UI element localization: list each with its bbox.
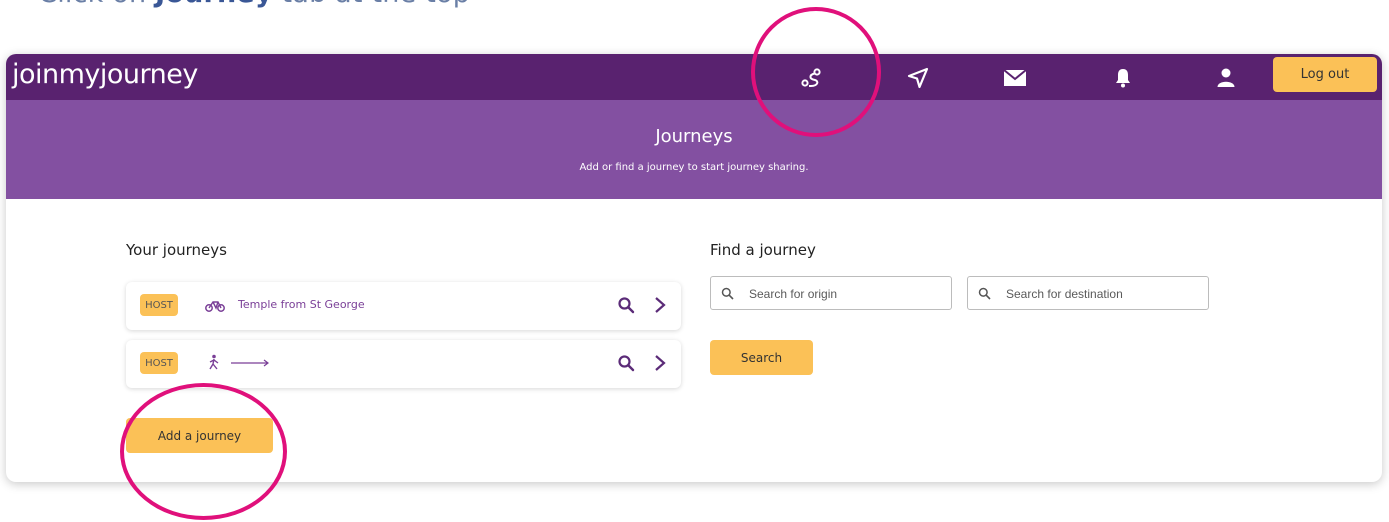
find-journey-heading: Find a journey [710, 241, 816, 259]
host-badge: HOST [140, 352, 178, 374]
destination-input[interactable] [1004, 277, 1204, 311]
caption-bold: Journey [155, 0, 273, 9]
journey-card[interactable]: HOST [126, 340, 681, 388]
instruction-caption: • Click on Journey tab at the top [14, 0, 470, 9]
user-icon[interactable] [1214, 66, 1238, 90]
search-icon[interactable] [617, 296, 635, 314]
walk-icon [209, 354, 219, 370]
search-icon[interactable] [617, 354, 635, 372]
journey-title[interactable]: Temple from St George [238, 298, 365, 311]
bell-icon[interactable] [1111, 66, 1135, 90]
search-button[interactable]: Search [710, 340, 813, 375]
add-journey-button[interactable]: Add a journey [126, 418, 273, 453]
search-icon [721, 287, 734, 300]
logout-button[interactable]: Log out [1273, 57, 1377, 92]
arrow-icon [231, 359, 269, 367]
mail-icon[interactable] [1002, 66, 1028, 90]
destination-field[interactable] [967, 276, 1209, 311]
app-window: joinmyjourney Log out Journeys Add or fi… [6, 54, 1382, 482]
page-title: Journeys [655, 126, 733, 147]
origin-input[interactable] [747, 277, 947, 311]
search-icon [978, 287, 991, 300]
chevron-right-icon[interactable] [653, 296, 667, 314]
page-subtitle: Add or find a journey to start journey s… [579, 162, 809, 173]
origin-field[interactable] [710, 276, 952, 311]
bike-icon [205, 301, 225, 312]
hero-banner: Journeys Add or find a journey to start … [6, 100, 1382, 199]
send-icon[interactable] [906, 66, 930, 90]
app-logo[interactable]: joinmyjourney [12, 59, 198, 90]
chevron-right-icon[interactable] [653, 354, 667, 372]
bullet: • [14, 0, 30, 9]
journey-card[interactable]: HOST Temple from St George [126, 282, 681, 330]
navbar: joinmyjourney Log out [6, 54, 1382, 100]
journey-icon[interactable] [799, 66, 823, 90]
caption-suffix: tab at the top [273, 0, 470, 9]
caption-prefix: Click on [38, 0, 155, 9]
your-journeys-heading: Your journeys [126, 241, 227, 259]
host-badge: HOST [140, 294, 178, 316]
